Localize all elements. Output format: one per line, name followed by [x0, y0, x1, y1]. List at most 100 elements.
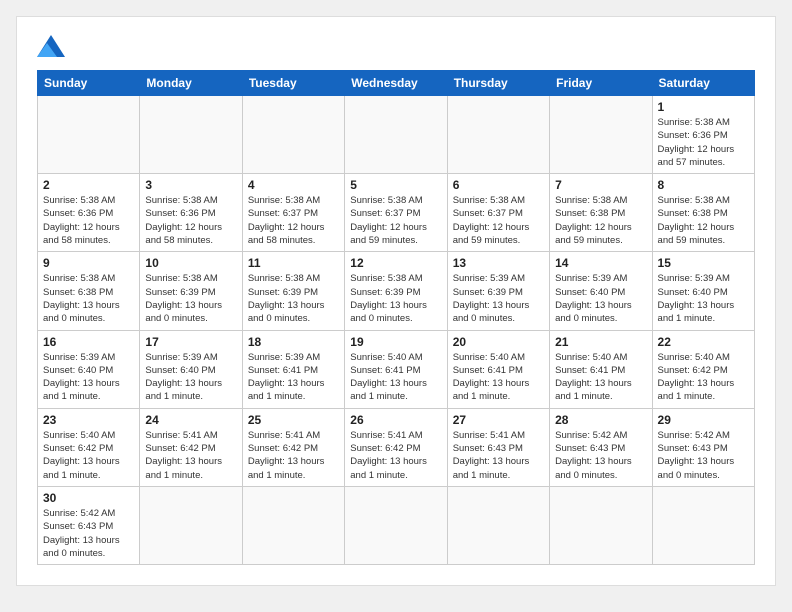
- weekday-header-monday: Monday: [140, 71, 242, 96]
- generalblue-logo-icon: [37, 35, 65, 57]
- day-info: Sunrise: 5:38 AMSunset: 6:38 PMDaylight:…: [43, 272, 134, 325]
- weekday-header-saturday: Saturday: [652, 71, 754, 96]
- day-number: 13: [453, 256, 544, 270]
- calendar-cell: [550, 96, 652, 174]
- day-info: Sunrise: 5:42 AMSunset: 6:43 PMDaylight:…: [43, 507, 134, 560]
- calendar-cell: 24Sunrise: 5:41 AMSunset: 6:42 PMDayligh…: [140, 408, 242, 486]
- day-number: 27: [453, 413, 544, 427]
- calendar-cell: 17 Sunrise: 5:39 AMSunset: 6:40 PMDayligh…: [140, 330, 242, 408]
- calendar-cell: 14 Sunrise: 5:39 AMSunset: 6:40 PMDayligh…: [550, 252, 652, 330]
- calendar-cell: [447, 96, 549, 174]
- week-row-5: 23 Sunrise: 5:40 AMSunset: 6:42 PMDayligh…: [38, 408, 755, 486]
- calendar-cell: 15Sunrise: 5:39 AMSunset: 6:40 PMDayligh…: [652, 252, 754, 330]
- header: [37, 33, 755, 62]
- calendar-cell: [550, 486, 652, 564]
- calendar-cell: 6Sunrise: 5:38 AMSunset: 6:37 PMDaylight…: [447, 174, 549, 252]
- weekday-header-row: SundayMondayTuesdayWednesdayThursdayFrid…: [38, 71, 755, 96]
- calendar-cell: 29 Sunrise: 5:42 AMSunset: 6:43 PMDayligh…: [652, 408, 754, 486]
- day-number: 22: [658, 335, 749, 349]
- calendar-cell: 9 Sunrise: 5:38 AMSunset: 6:38 PMDaylight…: [38, 252, 140, 330]
- day-number: 9: [43, 256, 134, 270]
- day-info: Sunrise: 5:40 AMSunset: 6:41 PMDaylight:…: [350, 351, 441, 404]
- day-number: 2: [43, 178, 134, 192]
- calendar-cell: 4Sunrise: 5:38 AMSunset: 6:37 PMDaylight…: [242, 174, 344, 252]
- day-number: 7: [555, 178, 646, 192]
- calendar-cell: 23 Sunrise: 5:40 AMSunset: 6:42 PMDayligh…: [38, 408, 140, 486]
- day-number: 15: [658, 256, 749, 270]
- calendar-table: SundayMondayTuesdayWednesdayThursdayFrid…: [37, 70, 755, 565]
- calendar-cell: 12Sunrise: 5:38 AMSunset: 6:39 PMDayligh…: [345, 252, 447, 330]
- calendar-cell: 13Sunrise: 5:39 AMSunset: 6:39 PMDayligh…: [447, 252, 549, 330]
- calendar-cell: [140, 96, 242, 174]
- day-info: Sunrise: 5:38 AMSunset: 6:38 PMDaylight:…: [555, 194, 646, 247]
- day-info: Sunrise: 5:38 AMSunset: 6:39 PMDaylight:…: [350, 272, 441, 325]
- calendar-cell: 7 Sunrise: 5:38 AMSunset: 6:38 PMDaylight…: [550, 174, 652, 252]
- logo: [37, 33, 69, 62]
- calendar-cell: [345, 96, 447, 174]
- day-number: 17: [145, 335, 236, 349]
- day-info: Sunrise: 5:39 AMSunset: 6:40 PMDaylight:…: [145, 351, 236, 404]
- calendar-cell: 19 Sunrise: 5:40 AMSunset: 6:41 PMDayligh…: [345, 330, 447, 408]
- day-info: Sunrise: 5:38 AMSunset: 6:37 PMDaylight:…: [350, 194, 441, 247]
- calendar-cell: 18 Sunrise: 5:39 AMSunset: 6:41 PMDayligh…: [242, 330, 344, 408]
- weekday-header-tuesday: Tuesday: [242, 71, 344, 96]
- day-number: 26: [350, 413, 441, 427]
- day-info: Sunrise: 5:42 AMSunset: 6:43 PMDaylight:…: [658, 429, 749, 482]
- weekday-header-thursday: Thursday: [447, 71, 549, 96]
- calendar-cell: 25 Sunrise: 5:41 AMSunset: 6:42 PMDayligh…: [242, 408, 344, 486]
- week-row-6: 30 Sunrise: 5:42 AMSunset: 6:43 PMDayligh…: [38, 486, 755, 564]
- weekday-header-friday: Friday: [550, 71, 652, 96]
- day-number: 23: [43, 413, 134, 427]
- day-info: Sunrise: 5:39 AMSunset: 6:41 PMDaylight:…: [248, 351, 339, 404]
- calendar-cell: 28 Sunrise: 5:42 AMSunset: 6:43 PMDayligh…: [550, 408, 652, 486]
- day-info: Sunrise: 5:39 AMSunset: 6:40 PMDaylight:…: [43, 351, 134, 404]
- calendar-cell: 16Sunrise: 5:39 AMSunset: 6:40 PMDayligh…: [38, 330, 140, 408]
- day-info: Sunrise: 5:41 AMSunset: 6:42 PMDaylight:…: [350, 429, 441, 482]
- day-number: 11: [248, 256, 339, 270]
- day-number: 19: [350, 335, 441, 349]
- calendar-cell: [242, 96, 344, 174]
- day-info: Sunrise: 5:38 AMSunset: 6:36 PMDaylight:…: [145, 194, 236, 247]
- calendar-cell: 3Sunrise: 5:38 AMSunset: 6:36 PMDaylight…: [140, 174, 242, 252]
- calendar-cell: 5 Sunrise: 5:38 AMSunset: 6:37 PMDaylight…: [345, 174, 447, 252]
- day-number: 25: [248, 413, 339, 427]
- day-info: Sunrise: 5:38 AMSunset: 6:37 PMDaylight:…: [453, 194, 544, 247]
- day-number: 21: [555, 335, 646, 349]
- day-number: 30: [43, 491, 134, 505]
- day-info: Sunrise: 5:38 AMSunset: 6:39 PMDaylight:…: [248, 272, 339, 325]
- day-number: 1: [658, 100, 749, 114]
- calendar-cell: [447, 486, 549, 564]
- day-number: 20: [453, 335, 544, 349]
- calendar-cell: [140, 486, 242, 564]
- week-row-1: 1 Sunrise: 5:38 AMSunset: 6:36 PMDaylight…: [38, 96, 755, 174]
- calendar-cell: 2Sunrise: 5:38 AMSunset: 6:36 PMDaylight…: [38, 174, 140, 252]
- calendar-cell: 26 Sunrise: 5:41 AMSunset: 6:42 PMDayligh…: [345, 408, 447, 486]
- week-row-3: 9 Sunrise: 5:38 AMSunset: 6:38 PMDaylight…: [38, 252, 755, 330]
- day-number: 8: [658, 178, 749, 192]
- calendar-cell: 22 Sunrise: 5:40 AMSunset: 6:42 PMDayligh…: [652, 330, 754, 408]
- day-info: Sunrise: 5:40 AMSunset: 6:42 PMDaylight:…: [658, 351, 749, 404]
- day-info: Sunrise: 5:38 AMSunset: 6:37 PMDaylight:…: [248, 194, 339, 247]
- calendar-cell: [345, 486, 447, 564]
- calendar-cell: [242, 486, 344, 564]
- day-info: Sunrise: 5:38 AMSunset: 6:36 PMDaylight:…: [658, 116, 749, 169]
- calendar-page: SundayMondayTuesdayWednesdayThursdayFrid…: [16, 16, 776, 586]
- day-number: 28: [555, 413, 646, 427]
- calendar-cell: 1 Sunrise: 5:38 AMSunset: 6:36 PMDaylight…: [652, 96, 754, 174]
- day-info: Sunrise: 5:41 AMSunset: 6:42 PMDaylight:…: [248, 429, 339, 482]
- weekday-header-wednesday: Wednesday: [345, 71, 447, 96]
- day-number: 24: [145, 413, 236, 427]
- calendar-cell: [38, 96, 140, 174]
- day-info: Sunrise: 5:40 AMSunset: 6:42 PMDaylight:…: [43, 429, 134, 482]
- week-row-2: 2 Sunrise: 5:38 AMSunset: 6:36 PMDaylight…: [38, 174, 755, 252]
- day-number: 29: [658, 413, 749, 427]
- calendar-cell: 30 Sunrise: 5:42 AMSunset: 6:43 PMDayligh…: [38, 486, 140, 564]
- day-number: 18: [248, 335, 339, 349]
- day-info: Sunrise: 5:39 AMSunset: 6:40 PMDaylight:…: [555, 272, 646, 325]
- calendar-cell: 21Sunrise: 5:40 AMSunset: 6:41 PMDayligh…: [550, 330, 652, 408]
- day-info: Sunrise: 5:38 AMSunset: 6:38 PMDaylight:…: [658, 194, 749, 247]
- day-number: 5: [350, 178, 441, 192]
- day-info: Sunrise: 5:42 AMSunset: 6:43 PMDaylight:…: [555, 429, 646, 482]
- day-number: 14: [555, 256, 646, 270]
- calendar-cell: 27Sunrise: 5:41 AMSunset: 6:43 PMDayligh…: [447, 408, 549, 486]
